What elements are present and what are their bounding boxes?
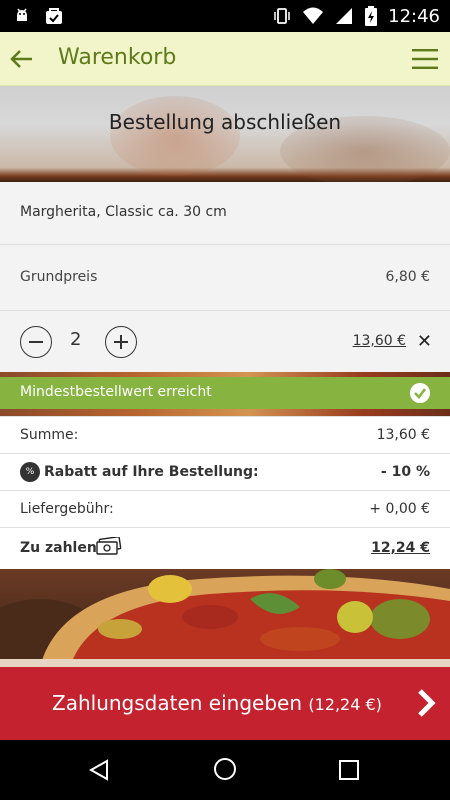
discount-badge-icon: % xyxy=(20,462,40,482)
bag-notification-icon xyxy=(46,8,62,24)
enter-payment-label: Zahlungsdaten eingeben (12,24 €) xyxy=(52,691,382,715)
hamburger-menu-icon[interactable] xyxy=(410,46,440,72)
cart-item-name: Margherita, Classic ca. 30 cm xyxy=(20,204,227,220)
hero-background-blur xyxy=(110,96,240,176)
checkout-heading: Bestellung abschließen xyxy=(108,110,342,134)
app-bar: Warenkorb xyxy=(0,32,450,86)
pizza-photo xyxy=(0,569,450,667)
vibrate-icon xyxy=(274,8,290,24)
decrease-quantity-button[interactable] xyxy=(20,326,52,358)
money-icon xyxy=(96,537,122,555)
page-title: Warenkorb xyxy=(58,45,177,70)
total-value: 12,24 € xyxy=(371,540,430,556)
enter-payment-text: Zahlungsdaten eingeben xyxy=(52,691,302,715)
android-debug-icon xyxy=(17,8,27,21)
chevron-right-icon xyxy=(418,689,436,717)
delivery-fee-label: Liefergebühr: xyxy=(20,501,114,517)
line-total[interactable]: 13,60 € xyxy=(353,333,406,349)
nav-back-icon[interactable] xyxy=(87,758,111,782)
system-nav-bar xyxy=(0,740,450,800)
quantity-value: 2 xyxy=(70,329,82,350)
sum-row: Summe: 13,60 € xyxy=(0,416,450,453)
base-price-label: Grundpreis xyxy=(20,269,98,285)
sum-label: Summe: xyxy=(20,427,79,443)
check-circle-icon xyxy=(410,383,430,403)
nav-home-icon[interactable] xyxy=(213,757,237,781)
total-row: Zu zahlen 12,24 € xyxy=(0,527,450,569)
delivery-fee-row: Liefergebühr: + 0,00 € xyxy=(0,490,450,527)
minimum-order-banner: Mindestbestellwert erreicht xyxy=(0,377,450,409)
wifi-icon xyxy=(303,7,324,24)
signal-icon xyxy=(336,8,353,24)
minimum-order-text: Mindestbestellwert erreicht xyxy=(20,384,212,400)
total-label: Zu zahlen xyxy=(20,540,97,556)
battery-charging-icon xyxy=(365,6,378,26)
increase-quantity-button[interactable] xyxy=(105,326,137,358)
base-price-row: Grundpreis 6,80 € xyxy=(0,244,450,310)
discount-label: Rabatt auf Ihre Bestellung: xyxy=(44,464,259,480)
hero-banner: Bestellung abschließen xyxy=(0,86,450,182)
pizza-illustration xyxy=(0,569,450,667)
delivery-fee-value: + 0,00 € xyxy=(369,501,430,517)
status-bar: 12:46 xyxy=(0,0,450,32)
back-arrow-icon[interactable] xyxy=(8,44,38,74)
remove-item-icon[interactable]: ✕ xyxy=(417,331,432,352)
sum-value: 13,60 € xyxy=(376,427,430,443)
discount-value: - 10 % xyxy=(380,464,430,480)
enter-payment-button[interactable]: Zahlungsdaten eingeben (12,24 €) xyxy=(0,667,450,740)
quantity-row: 2 13,60 € ✕ xyxy=(0,310,450,372)
nav-recent-apps-icon[interactable] xyxy=(338,759,360,781)
cart-item-name-row: Margherita, Classic ca. 30 cm xyxy=(0,182,450,244)
base-price-value: 6,80 € xyxy=(385,269,430,285)
status-time: 12:46 xyxy=(388,5,440,27)
enter-payment-amount: (12,24 €) xyxy=(308,695,382,714)
discount-row: % Rabatt auf Ihre Bestellung: - 10 % xyxy=(0,453,450,490)
